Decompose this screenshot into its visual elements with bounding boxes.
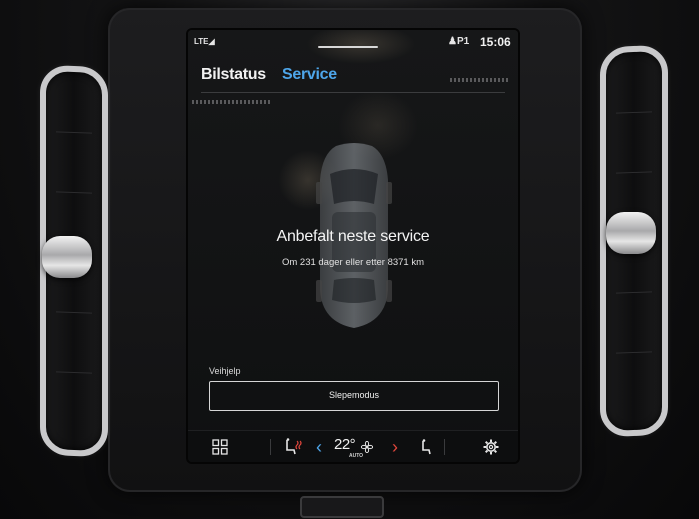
chevron-left-icon[interactable]: ‹ [312, 431, 326, 462]
left-vent-knob [42, 236, 92, 278]
roadside-assistance-label: Veihjelp [209, 366, 241, 376]
chevron-right-icon[interactable]: › [388, 431, 402, 462]
clock: 15:06 [480, 35, 511, 49]
profile-label: P1 [456, 36, 470, 47]
hazard-button-trim [300, 496, 384, 518]
climate-bar: ‹ 22° AUTO › [188, 430, 518, 462]
app-grid-icon[interactable] [208, 431, 232, 462]
decorative-stripe [450, 78, 510, 82]
climate-divider [444, 439, 445, 455]
pull-down-handle[interactable] [318, 46, 378, 48]
tab-service[interactable]: Service [282, 66, 337, 84]
infotainment-screen: LTE◢ ♟P1 15:06 Bilstatus Service Anbefal… [188, 30, 518, 462]
signal-icon: ◢ [208, 37, 215, 46]
temperature-value[interactable]: 22° [334, 436, 356, 453]
driver-profile: ♟P1 [448, 36, 469, 47]
service-title: Anbefalt neste service [276, 228, 430, 245]
network-indicator: LTE◢ [194, 37, 215, 46]
tow-mode-button[interactable]: Slepemodus [209, 381, 499, 411]
right-vent-knob [606, 212, 656, 254]
tab-divider [201, 92, 505, 93]
settings-gear-icon[interactable] [480, 431, 502, 462]
climate-mode-label: AUTO [349, 453, 364, 459]
seat-icon[interactable] [416, 431, 436, 462]
user-icon: ♟ [448, 36, 457, 47]
service-detail: Om 231 dager eller etter 8371 km [281, 257, 425, 268]
decorative-stripe [192, 100, 270, 104]
climate-divider [270, 439, 271, 455]
tab-bilstatus[interactable]: Bilstatus [201, 66, 266, 84]
seat-heat-icon[interactable] [282, 431, 304, 462]
status-bar: LTE◢ ♟P1 15:06 [188, 30, 518, 54]
network-type: LTE [194, 37, 209, 46]
